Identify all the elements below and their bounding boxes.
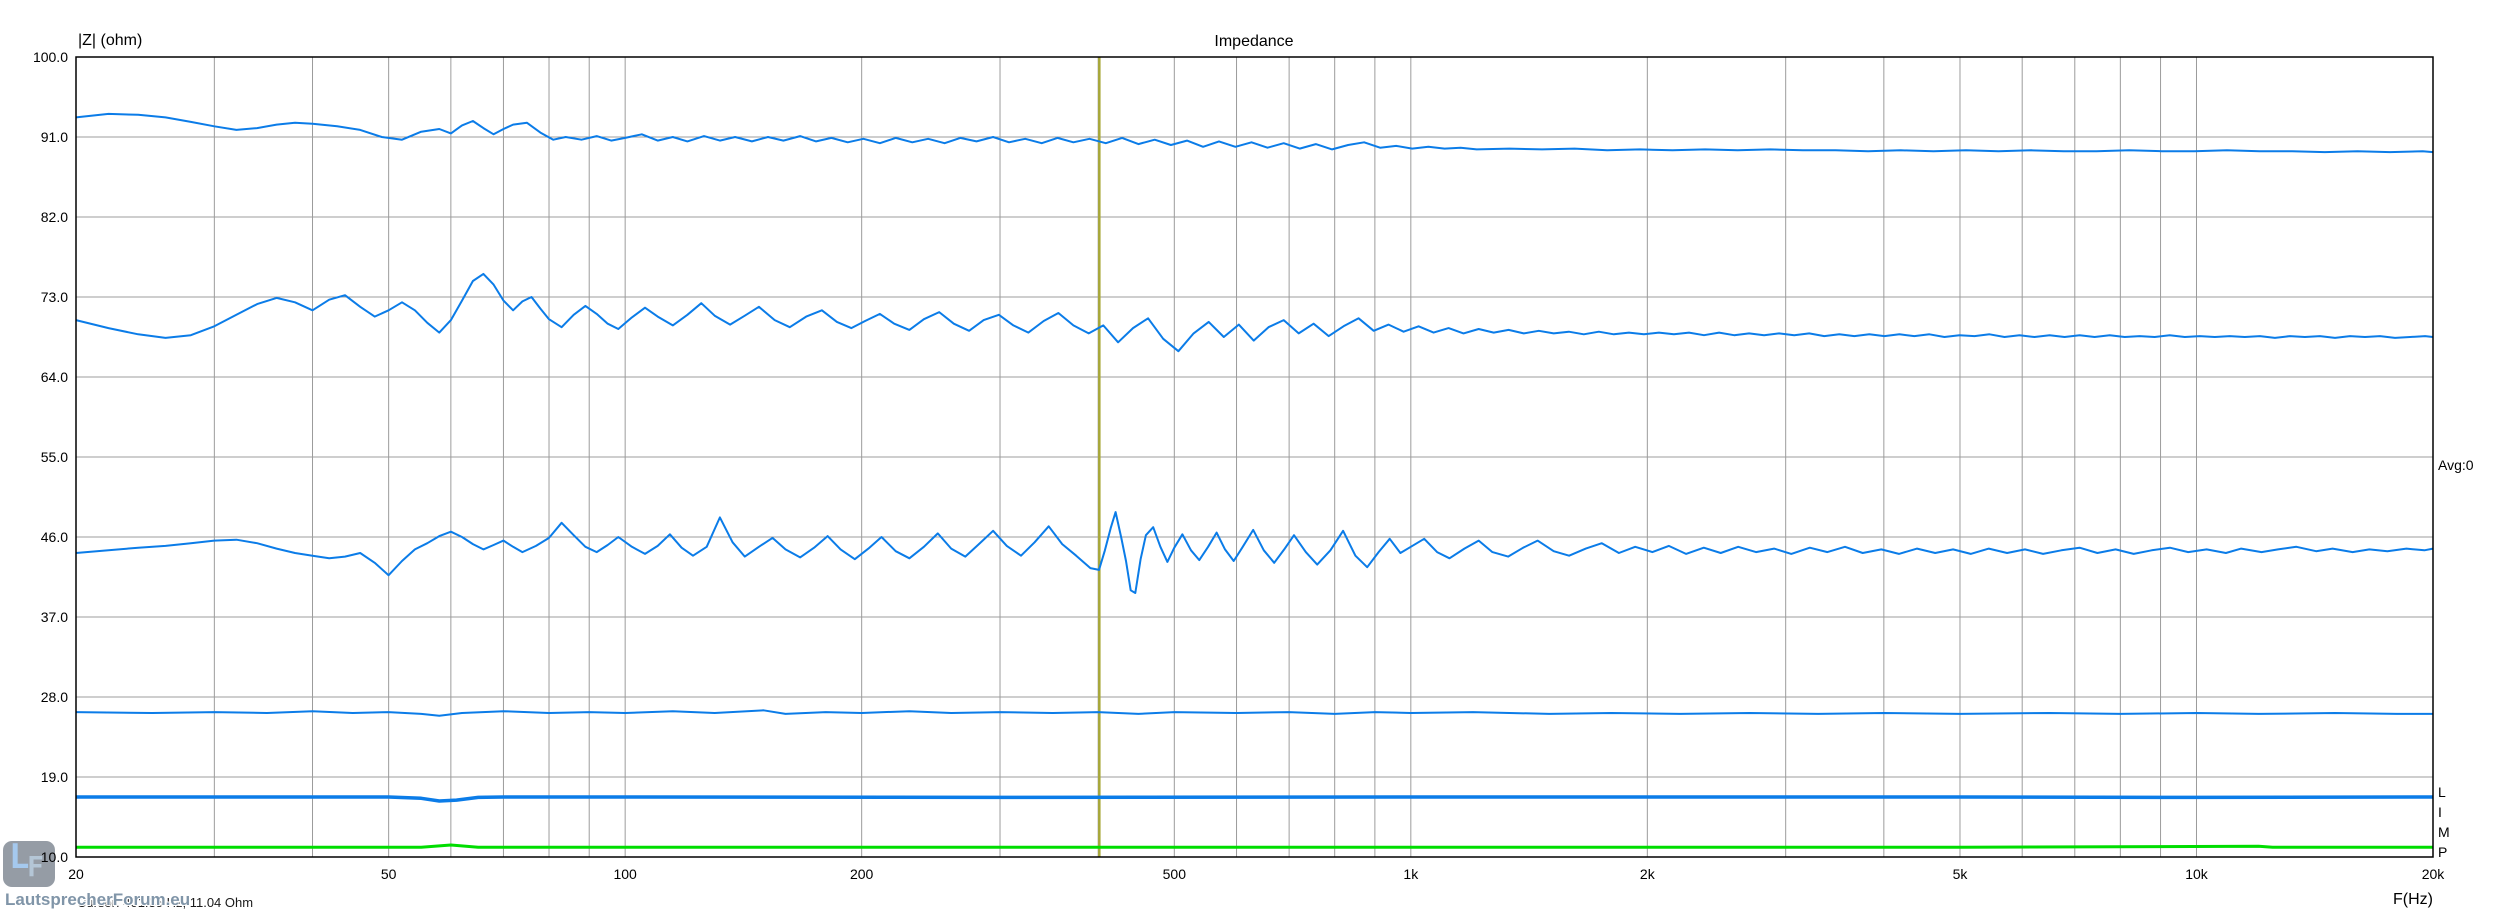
limp-program-label: L I M P xyxy=(2438,782,2450,862)
y-tick-label: 37.0 xyxy=(40,609,68,625)
impedance-curve-2 xyxy=(75,272,2434,353)
y-tick-label: 73.0 xyxy=(40,289,68,305)
y-axis-title: |Z| (ohm) xyxy=(78,32,143,49)
x-tick-label: 20 xyxy=(68,866,84,882)
limp-impedance-window: Impedance |Z| (ohm) F(Hz) Avg:0 L I M P … xyxy=(0,0,2508,915)
x-tick-label: 5k xyxy=(1952,866,1968,882)
x-tick-label: 2k xyxy=(1639,866,1655,882)
y-tick-label: 55.0 xyxy=(40,449,68,465)
y-tick-label: 100.0 xyxy=(32,49,68,65)
impedance-curve-6-green xyxy=(76,843,2433,849)
watermark-site-text: LautsprecherForum.eu xyxy=(5,890,191,909)
impedance-curve-1 xyxy=(75,112,2434,154)
chart-title: Impedance xyxy=(1214,33,1294,50)
x-tick-label: 50 xyxy=(380,866,397,882)
limp-letter-i: I xyxy=(2438,804,2442,820)
x-tick-label: 100 xyxy=(613,866,637,882)
y-tick-label: 64.0 xyxy=(40,369,68,385)
impedance-curve-5 xyxy=(76,795,2434,803)
impedance-plot xyxy=(75,56,2434,858)
impedance-curve-3 xyxy=(75,511,2434,594)
limp-letter-l: L xyxy=(2438,784,2446,800)
y-tick-label: 91.0 xyxy=(40,129,68,145)
x-tick-label: 1k xyxy=(1403,866,1419,882)
limp-letter-p: P xyxy=(2438,844,2448,860)
y-tick-label: 82.0 xyxy=(40,209,68,225)
x-axis-title: F(Hz) xyxy=(2393,891,2433,908)
x-tick-label: 20k xyxy=(2421,866,2445,882)
limp-letter-m: M xyxy=(2438,824,2450,840)
y-tick-label: 19.0 xyxy=(40,769,68,785)
y-tick-label: 28.0 xyxy=(40,689,68,705)
x-tick-label: 500 xyxy=(1162,866,1186,882)
y-tick-label: 10.0 xyxy=(40,849,68,865)
y-tick-label: 46.0 xyxy=(40,529,68,545)
impedance-curve-4 xyxy=(75,709,2433,717)
x-tick-label: 200 xyxy=(849,866,874,882)
x-tick-label: 10k xyxy=(2185,866,2208,882)
averaging-count-label: Avg:0 xyxy=(2438,457,2474,473)
